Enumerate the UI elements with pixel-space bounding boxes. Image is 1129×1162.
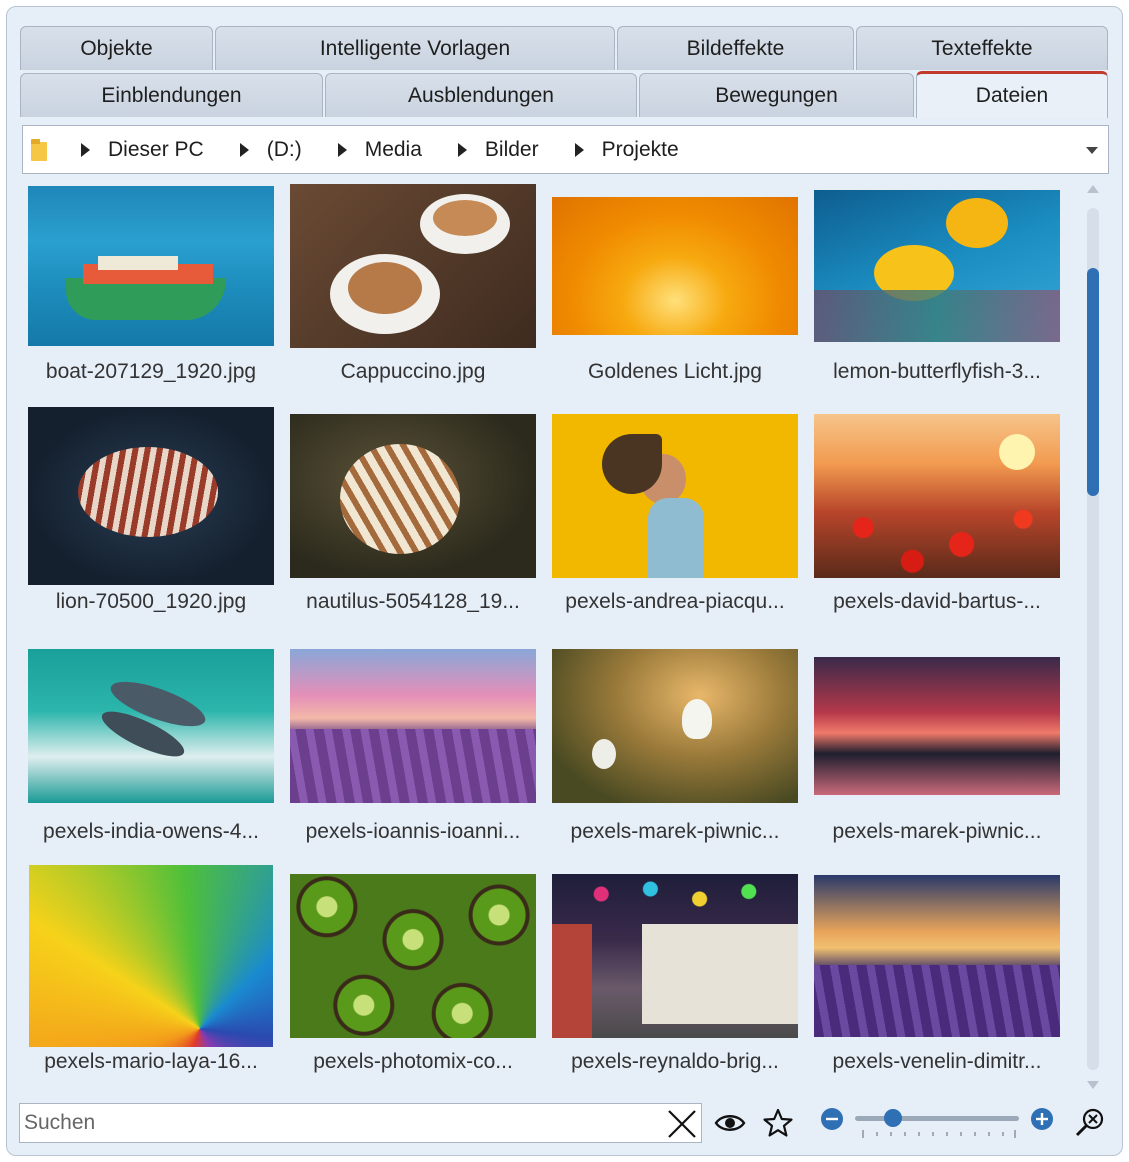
file-item[interactable]: pexels-ioannis-ioanni... bbox=[282, 640, 544, 870]
tab-texteffekte[interactable]: Texteffekte bbox=[856, 26, 1108, 70]
file-name: lion-70500_1920.jpg bbox=[55, 590, 247, 613]
file-name: pexels-andrea-piacqu... bbox=[565, 590, 785, 613]
file-item[interactable]: pexels-david-bartus-... bbox=[806, 410, 1068, 640]
file-grid: boat-207129_1920.jpg Cappuccino.jpg Gold… bbox=[20, 180, 1076, 1090]
lavender-sunset-thumbnail bbox=[814, 875, 1060, 1037]
poppy-field-thumbnail bbox=[814, 414, 1060, 578]
lavender-field-thumbnail bbox=[290, 649, 536, 803]
file-name: pexels-david-bartus-... bbox=[833, 590, 1041, 613]
chevron-right-icon[interactable] bbox=[574, 142, 584, 157]
dolphins-thumbnail bbox=[28, 649, 274, 803]
file-item[interactable]: pexels-mario-laya-16... bbox=[20, 865, 282, 1100]
zoom-in-icon[interactable] bbox=[1030, 1107, 1054, 1131]
folder-icon bbox=[31, 138, 49, 161]
lionfish-thumbnail bbox=[28, 407, 274, 585]
chevron-right-icon[interactable] bbox=[239, 142, 249, 157]
chevron-right-icon[interactable] bbox=[457, 142, 467, 157]
file-name: Cappuccino.jpg bbox=[340, 360, 486, 383]
file-name: pexels-mario-laya-16... bbox=[44, 1050, 258, 1073]
breadcrumb-item-bilder[interactable]: Bilder bbox=[485, 138, 539, 162]
umbrella-street-thumbnail bbox=[552, 874, 798, 1038]
star-icon[interactable] bbox=[762, 1107, 794, 1139]
breadcrumb-item-media[interactable]: Media bbox=[365, 138, 422, 162]
file-item[interactable]: pexels-marek-piwnic... bbox=[806, 640, 1068, 870]
file-name: nautilus-5054128_19... bbox=[306, 590, 520, 613]
chevron-down-icon[interactable] bbox=[1086, 147, 1098, 154]
file-name: pexels-marek-piwnic... bbox=[832, 820, 1042, 843]
butterflyfish-thumbnail bbox=[814, 190, 1060, 342]
file-name: pexels-venelin-dimitr... bbox=[832, 1050, 1042, 1073]
chevron-right-icon[interactable] bbox=[337, 142, 347, 157]
tab-bewegungen[interactable]: Bewegungen bbox=[639, 73, 914, 117]
scroll-down-arrow[interactable] bbox=[1087, 1081, 1099, 1089]
file-item[interactable]: pexels-photomix-co... bbox=[282, 870, 544, 1100]
file-name: pexels-india-owens-4... bbox=[43, 820, 259, 843]
file-item[interactable]: pexels-india-owens-4... bbox=[20, 640, 282, 870]
file-name: pexels-marek-piwnic... bbox=[570, 820, 780, 843]
tab-label: Objekte bbox=[80, 36, 153, 60]
breadcrumb: Dieser PC (D:) Media Bilder Projekte bbox=[22, 125, 1109, 174]
tab-intelligente-vorlagen[interactable]: Intelligente Vorlagen bbox=[215, 26, 615, 70]
file-name: Goldenes Licht.jpg bbox=[588, 360, 762, 383]
search-input[interactable] bbox=[20, 1104, 660, 1142]
zoom-reset-icon[interactable] bbox=[1074, 1106, 1106, 1138]
zoom-slider-ticks bbox=[862, 1130, 1016, 1138]
tab-objekte[interactable]: Objekte bbox=[20, 26, 213, 70]
file-item[interactable]: pexels-venelin-dimitr... bbox=[806, 870, 1068, 1100]
tab-label: Texteffekte bbox=[931, 36, 1033, 60]
tab-label: Intelligente Vorlagen bbox=[319, 36, 511, 60]
file-item[interactable]: Cappuccino.jpg bbox=[282, 180, 544, 410]
file-item[interactable]: pexels-marek-piwnic... bbox=[544, 640, 806, 870]
close-icon[interactable] bbox=[665, 1107, 699, 1141]
zoom-out-icon[interactable] bbox=[820, 1107, 844, 1131]
umbrella-thumbnail bbox=[29, 865, 273, 1047]
file-name: lemon-butterflyfish-3... bbox=[833, 360, 1041, 383]
file-item[interactable]: Goldenes Licht.jpg bbox=[544, 180, 806, 410]
file-item[interactable]: lion-70500_1920.jpg bbox=[20, 407, 282, 640]
tab-einblendungen[interactable]: Einblendungen bbox=[20, 73, 323, 117]
file-name: boat-207129_1920.jpg bbox=[45, 360, 257, 383]
snowdrops-thumbnail bbox=[552, 649, 798, 803]
file-item[interactable]: nautilus-5054128_19... bbox=[282, 410, 544, 640]
tab-ausblendungen[interactable]: Ausblendungen bbox=[325, 73, 637, 117]
scroll-up-arrow[interactable] bbox=[1087, 185, 1099, 193]
kiwi-thumbnail bbox=[290, 874, 536, 1038]
tab-dateien[interactable]: Dateien bbox=[916, 71, 1108, 118]
cappuccino-thumbnail bbox=[290, 184, 536, 348]
chevron-right-icon[interactable] bbox=[81, 142, 90, 157]
scrollbar-thumb[interactable] bbox=[1087, 268, 1099, 496]
breadcrumb-item-dieser-pc[interactable]: Dieser PC bbox=[108, 138, 204, 162]
golden-light-thumbnail bbox=[552, 197, 798, 335]
nautilus-thumbnail bbox=[290, 414, 536, 578]
tab-label: Bildeffekte bbox=[686, 36, 785, 60]
file-name: pexels-ioannis-ioanni... bbox=[305, 820, 521, 843]
file-name: pexels-reynaldo-brig... bbox=[571, 1050, 779, 1073]
tab-label: Dateien bbox=[975, 84, 1049, 107]
eye-icon[interactable] bbox=[714, 1111, 746, 1135]
file-item[interactable]: boat-207129_1920.jpg bbox=[20, 180, 282, 410]
sunset-lake-thumbnail bbox=[814, 657, 1060, 795]
file-item[interactable]: lemon-butterflyfish-3... bbox=[806, 180, 1068, 410]
dancing-woman-thumbnail bbox=[552, 414, 798, 578]
tab-label: Ausblendungen bbox=[408, 83, 554, 107]
file-item[interactable]: pexels-andrea-piacqu... bbox=[544, 410, 806, 640]
zoom-slider[interactable] bbox=[855, 1116, 1019, 1121]
file-name: pexels-photomix-co... bbox=[313, 1050, 513, 1073]
search-box bbox=[19, 1103, 702, 1143]
file-item[interactable]: pexels-reynaldo-brig... bbox=[544, 870, 806, 1100]
tab-label: Einblendungen bbox=[101, 83, 242, 107]
tab-bildeffekte[interactable]: Bildeffekte bbox=[617, 26, 854, 70]
boat-thumbnail bbox=[28, 186, 274, 346]
breadcrumb-item-drive-d[interactable]: (D:) bbox=[267, 138, 302, 162]
tab-label: Bewegungen bbox=[715, 83, 838, 107]
breadcrumb-item-projekte[interactable]: Projekte bbox=[602, 138, 679, 162]
